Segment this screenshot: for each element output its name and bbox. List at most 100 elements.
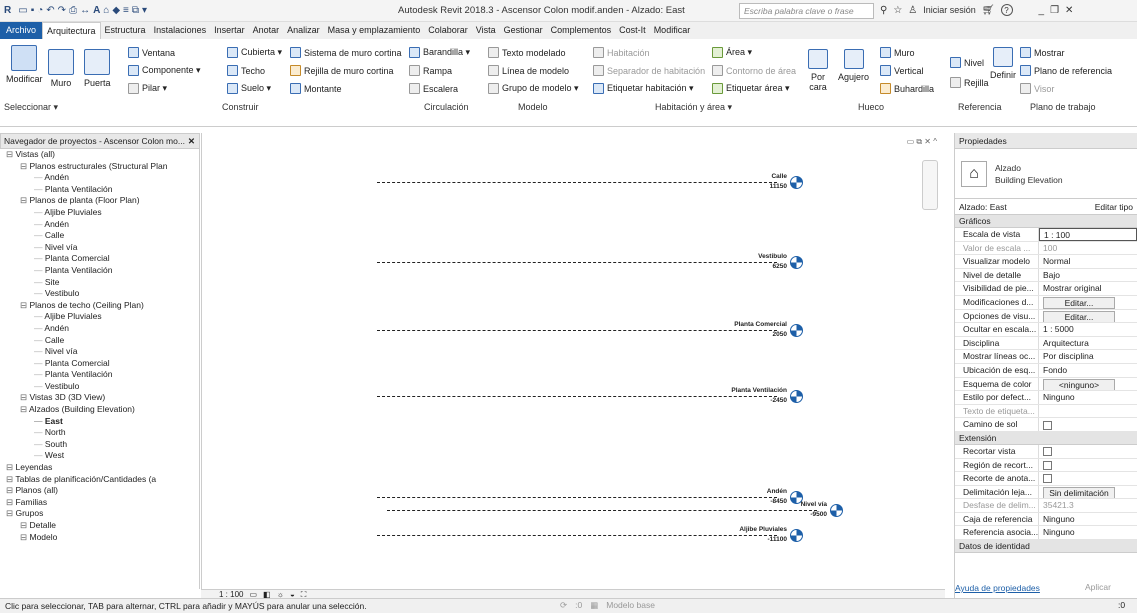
edit-type-button[interactable]: Editar tipo (1095, 202, 1133, 212)
property-checkbox[interactable] (1043, 474, 1052, 484)
text-icon[interactable]: A (93, 5, 100, 16)
property-checkbox[interactable] (1043, 447, 1052, 457)
tree-item[interactable]: — Planta Ventilación (0, 184, 199, 196)
menu-tab[interactable]: Gestionar (500, 22, 547, 39)
menu-tab[interactable]: Anotar (249, 22, 284, 39)
section-graphics[interactable]: Gráficos (955, 215, 1137, 228)
minimize-icon[interactable]: _ (1039, 5, 1045, 16)
level-elevation[interactable]: -11100 (717, 536, 787, 543)
modify-button[interactable]: Modificar (6, 45, 43, 84)
section-icon[interactable]: ◆ (112, 5, 120, 16)
property-value[interactable]: Bajo (1039, 269, 1137, 282)
menu-tab[interactable]: Estructura (101, 22, 150, 39)
floor-button[interactable]: Suelo ▾ (227, 83, 271, 94)
level-line[interactable] (387, 510, 817, 511)
binoculars-icon[interactable]: ⚲ (880, 5, 887, 16)
shaft-button[interactable]: Agujero (838, 49, 869, 82)
panel-room-area-label[interactable]: Habitación y área ▾ (655, 102, 732, 113)
tree-item[interactable]: — Aljibe Pluviales (0, 207, 199, 219)
level-elevation[interactable]: 11150 (717, 183, 787, 190)
property-row[interactable]: Mostrar líneas oc... Por disciplina (955, 350, 1137, 364)
tree-item[interactable]: — North (0, 427, 199, 439)
sync-icon[interactable]: ◔ (37, 5, 43, 16)
property-row[interactable]: Recortar vista (955, 444, 1137, 459)
tree-item[interactable]: ⊟ Vistas (all) (0, 149, 199, 161)
level-head-icon[interactable] (790, 256, 803, 269)
ref-plane-button[interactable]: Plano de referencia (1020, 65, 1112, 76)
tree-item[interactable]: — Planta Comercial (0, 358, 199, 370)
type-selector[interactable]: ⌂ Alzado Building Elevation (955, 149, 1137, 199)
menu-tab[interactable]: Modificar (650, 22, 695, 39)
column-button[interactable]: Pilar ▾ (128, 83, 167, 94)
close-icon[interactable]: ✕ (188, 136, 195, 147)
tree-item[interactable]: — Andén (0, 323, 199, 335)
railing-button[interactable]: Barandilla ▾ (409, 47, 470, 58)
tree-item[interactable]: — Aljibe Pluviales (0, 311, 199, 323)
tree-item[interactable]: — Planta Ventilación (0, 265, 199, 277)
property-value[interactable]: Ninguno (1039, 513, 1137, 526)
model-line-button[interactable]: Línea de modelo (488, 65, 569, 76)
property-value[interactable]: Sin delimitación (1039, 486, 1137, 499)
area-boundary-button[interactable]: Contorno de área (712, 65, 796, 76)
tree-item[interactable]: — East (0, 416, 199, 428)
search-input[interactable]: Escriba palabra clave o frase (739, 3, 874, 19)
tree-item[interactable]: — Nivel vía (0, 346, 199, 358)
tree-item[interactable]: — Calle (0, 335, 199, 347)
model-base-selector[interactable]: Modelo base (606, 600, 655, 611)
menu-tab[interactable]: Archivo (0, 22, 43, 39)
tree-item[interactable]: — Andén (0, 172, 199, 184)
tag-area-button[interactable]: Etiquetar área ▾ (712, 83, 790, 94)
instance-selector[interactable]: Alzado: East Editar tipo (955, 199, 1137, 215)
tree-item[interactable]: — West (0, 450, 199, 462)
vertical-opening-button[interactable]: Vertical (880, 65, 924, 76)
menu-tab[interactable]: Instalaciones (150, 22, 211, 39)
property-value[interactable]: <ninguno> (1039, 378, 1137, 391)
ramp-button[interactable]: Rampa (409, 65, 452, 76)
level-name[interactable]: Nivel vía (757, 501, 827, 508)
close-icon[interactable]: ✕ (1065, 5, 1073, 16)
level-name[interactable]: Vestibulo (717, 253, 787, 260)
navigation-bar[interactable] (922, 160, 938, 210)
design-options-icon[interactable]: ▦ (590, 600, 598, 611)
show-button[interactable]: Mostrar (1020, 47, 1065, 58)
view-window-controls[interactable]: ▭ ⧉ ✕ ^ (907, 137, 937, 147)
level-head-icon[interactable] (790, 390, 803, 403)
property-value[interactable]: 1 : 100 (1039, 228, 1137, 241)
menu-tab[interactable]: Colaborar (424, 22, 472, 39)
curtain-system-button[interactable]: Sistema de muro cortina (290, 47, 402, 58)
property-value[interactable]: Editar... (1039, 296, 1137, 309)
menu-tab[interactable]: Vista (472, 22, 500, 39)
tree-item[interactable]: — Planta Comercial (0, 253, 199, 265)
tree-item[interactable]: ⊟ Familias (0, 497, 199, 509)
property-button[interactable]: Sin delimitación (1043, 486, 1115, 499)
cart-icon[interactable]: 🛒︎ (982, 5, 995, 16)
menu-tab[interactable]: Cost-It (615, 22, 650, 39)
menu-tab[interactable]: Insertar (210, 22, 249, 39)
section-extents[interactable]: Extensión (955, 431, 1137, 445)
tree-item[interactable]: ⊟ Planos estructurales (Structural Plan (0, 161, 199, 173)
tree-item[interactable]: — Planta Ventilación (0, 369, 199, 381)
property-row[interactable]: Valor de escala ... 100 (955, 241, 1137, 256)
level-elevation[interactable]: 6250 (717, 263, 787, 270)
expand-icon[interactable]: ⊟ (6, 474, 15, 484)
property-checkbox[interactable] (1043, 460, 1052, 470)
model-text-button[interactable]: Texto modelado (488, 47, 566, 58)
roof-button[interactable]: Cubierta ▾ (227, 47, 282, 58)
dormer-button[interactable]: Buhardilla (880, 83, 934, 94)
property-value[interactable]: Arquitectura (1039, 337, 1137, 350)
thin-lines-icon[interactable]: ≡ (123, 5, 129, 16)
menu-tab[interactable]: Analizar (283, 22, 324, 39)
property-value[interactable]: Mostrar original (1039, 282, 1137, 295)
property-row[interactable]: Esquema de color <ninguno> (955, 377, 1137, 392)
level-head-icon[interactable] (830, 504, 843, 517)
tree-item[interactable]: — Andén (0, 219, 199, 231)
property-value[interactable] (1039, 472, 1137, 485)
property-value[interactable]: Editar... (1039, 310, 1137, 323)
property-value[interactable]: 35421.3 (1039, 499, 1137, 512)
level-name[interactable]: Calle (717, 173, 787, 180)
level-button[interactable]: Nivel (950, 57, 984, 68)
property-row[interactable]: Referencia asocia... Ninguno (955, 526, 1137, 541)
tree-item[interactable]: — Nivel vía (0, 242, 199, 254)
tree-item[interactable]: ⊟ Planos de planta (Floor Plan) (0, 195, 199, 207)
tree-item[interactable]: — Site (0, 277, 199, 289)
